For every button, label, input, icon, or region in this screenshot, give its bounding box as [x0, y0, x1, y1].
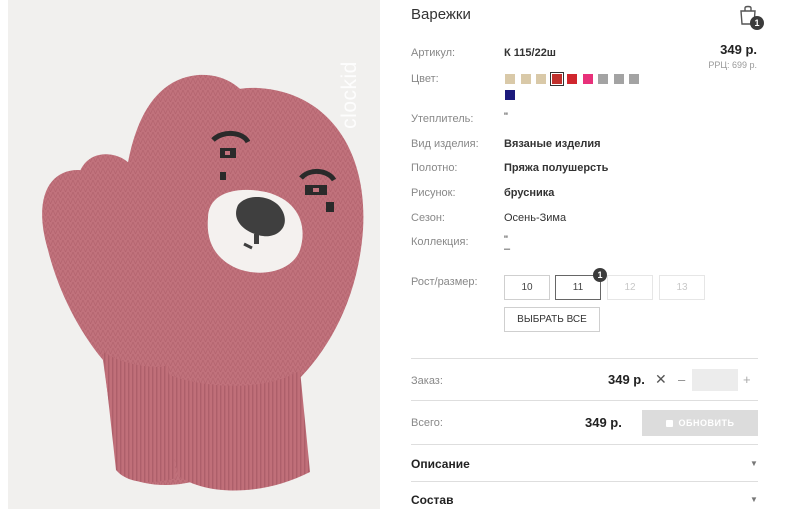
color-swatch[interactable]: [505, 90, 515, 100]
update-button[interactable]: ОБНОВИТЬ: [642, 410, 758, 436]
divider: [411, 481, 758, 482]
season-label: Сезон:: [411, 212, 445, 224]
divider: [411, 444, 758, 445]
pattern-value: брусника: [504, 187, 555, 199]
accordion-description[interactable]: Описание: [411, 457, 470, 471]
article-label: Артикул:: [411, 47, 456, 59]
product-image: clockid: [8, 0, 380, 509]
mittens-illustration: [42, 74, 364, 491]
brand-watermark: clockid: [330, 20, 370, 170]
pattern-label: Рисунок:: [411, 187, 456, 199]
total-price: 349 р.: [585, 415, 622, 430]
type-value: Вязаные изделия: [504, 138, 601, 150]
cart-button[interactable]: 1: [738, 4, 764, 30]
color-swatch[interactable]: [520, 74, 531, 84]
product-price: 349 р.: [720, 42, 757, 57]
color-swatch[interactable]: [629, 74, 639, 84]
select-all-button[interactable]: ВЫБРАТЬ ВСЕ: [504, 307, 600, 332]
cart-count-badge: 1: [750, 16, 764, 30]
total-label: Всего:: [411, 417, 443, 429]
fabric-value: Пряжа полушерсть: [504, 162, 609, 174]
color-swatch[interactable]: [567, 74, 577, 84]
color-swatch[interactable]: [582, 74, 593, 84]
close-icon[interactable]: ✕: [655, 371, 667, 388]
size-option-12[interactable]: 12: [607, 275, 653, 300]
size-label: Рост/размер:: [411, 276, 478, 288]
rrc-price: РРЦ: 699 р.: [708, 60, 757, 70]
watermark-text: clockid: [338, 61, 361, 129]
type-label: Вид изделия:: [411, 138, 479, 150]
color-swatch[interactable]: [598, 74, 608, 84]
product-title: Варежки: [411, 6, 471, 23]
color-swatch[interactable]: [613, 74, 624, 84]
update-button-label: ОБНОВИТЬ: [678, 418, 735, 428]
size-option-10[interactable]: 10: [504, 275, 550, 300]
color-swatch[interactable]: [505, 74, 515, 84]
quantity-input[interactable]: [692, 369, 738, 391]
divider: [411, 358, 758, 359]
divider: [411, 400, 758, 401]
collection-value-dash: –: [504, 243, 511, 255]
color-swatch[interactable]: [536, 74, 546, 84]
quantity-plus-button[interactable]: +: [743, 372, 751, 387]
insulation-label: Утеплитель:: [411, 113, 474, 125]
quantity-minus-button[interactable]: –: [678, 372, 685, 387]
season-value: Осень-Зима: [504, 212, 567, 224]
article-value: К 115/22ш: [504, 47, 556, 59]
order-label: Заказ:: [411, 375, 443, 387]
order-price: 349 р.: [608, 372, 645, 387]
color-swatch[interactable]: [549, 72, 564, 86]
fabric-label: Полотно:: [411, 162, 458, 174]
accordion-composition[interactable]: Состав: [411, 493, 453, 507]
color-label: Цвет:: [411, 73, 439, 85]
collection-label: Коллекция:: [411, 236, 469, 248]
size-count-badge: 1: [593, 268, 607, 282]
insulation-value: ": [504, 111, 508, 123]
chevron-down-icon[interactable]: ▼: [750, 459, 758, 468]
size-option-13[interactable]: 13: [659, 275, 705, 300]
chevron-down-icon[interactable]: ▼: [750, 495, 758, 504]
bag-icon: [665, 420, 673, 427]
